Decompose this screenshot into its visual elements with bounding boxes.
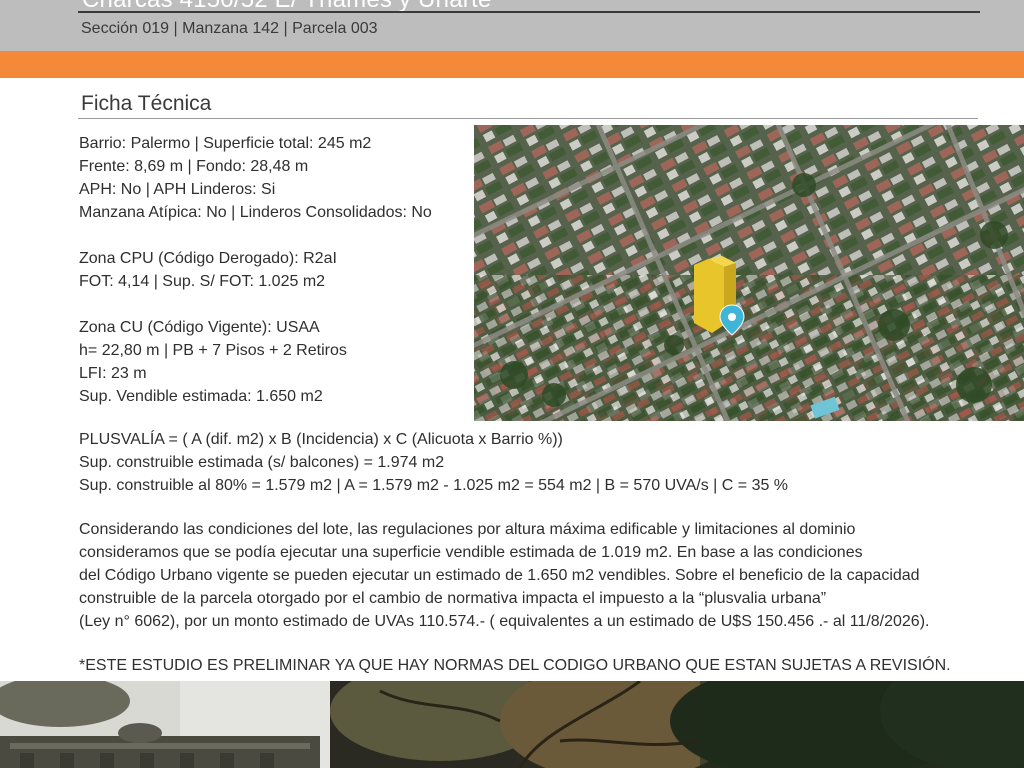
tech-line-neighborhood: Barrio: Palermo | Superficie total: 245 … — [79, 135, 372, 152]
tech-sheet: Barrio: Palermo | Superficie total: 245 … — [79, 132, 471, 408]
paragraph-line: Considerando las condiciones del lote, l… — [79, 521, 856, 538]
aerial-photo — [474, 125, 1024, 421]
tech-line-aph: APH: No | APH Linderos: Si — [79, 181, 276, 198]
plusvalia-formula: PLUSVALÍA = ( A (dif. m2) x B (Incidenci… — [79, 428, 1009, 497]
paragraph-line: construible de la parcela otorgado por e… — [79, 590, 827, 607]
tech-line-dimensions: Frente: 8,69 m | Fondo: 28,48 m — [79, 158, 309, 175]
accent-band — [0, 51, 1024, 78]
tech-line-saleable-area: Sup. Vendible estimada: 1.650 m2 — [79, 388, 323, 405]
formula-buildable-area: Sup. construible estimada (s/ balcones) … — [79, 454, 445, 471]
paragraph-line: del Código Urbano vigente se pueden ejec… — [79, 567, 920, 584]
formula-definition: PLUSVALÍA = ( A (dif. m2) x B (Incidenci… — [79, 431, 563, 448]
tech-line-lfi: LFI: 23 m — [79, 365, 147, 382]
cadastral-info: Sección 019 | Manzana 142 | Parcela 003 — [81, 20, 378, 37]
street-photo — [0, 681, 1024, 768]
tech-line-zone-cu: Zona CU (Código Vigente): USAA — [79, 319, 320, 336]
paragraph-line: consideramos que se podía ejecutar una s… — [79, 544, 863, 561]
header-divider — [78, 11, 980, 13]
section-divider — [78, 118, 978, 119]
paragraph-line: (Ley n° 6062), por un monto estimado de … — [79, 613, 930, 630]
conclusion-paragraph: Considerando las condiciones del lote, l… — [79, 518, 1014, 633]
tech-line-block-type: Manzana Atípica: No | Linderos Consolida… — [79, 204, 432, 221]
header-band: Charcas 4150/52 E/ Thames y Uriarte Secc… — [0, 0, 1024, 51]
tech-line-zone-cpu: Zona CPU (Código Derogado): R2aI — [79, 250, 337, 267]
disclaimer-note: *ESTE ESTUDIO ES PRELIMINAR YA QUE HAY N… — [79, 657, 951, 674]
tech-line-height: h= 22,80 m | PB + 7 Pisos + 2 Retiros — [79, 342, 347, 359]
section-title: Ficha Técnica — [81, 92, 212, 115]
formula-computation: Sup. construible al 80% = 1.579 m2 | A =… — [79, 477, 789, 494]
tech-line-fot: FOT: 4,14 | Sup. S/ FOT: 1.025 m2 — [79, 273, 326, 290]
